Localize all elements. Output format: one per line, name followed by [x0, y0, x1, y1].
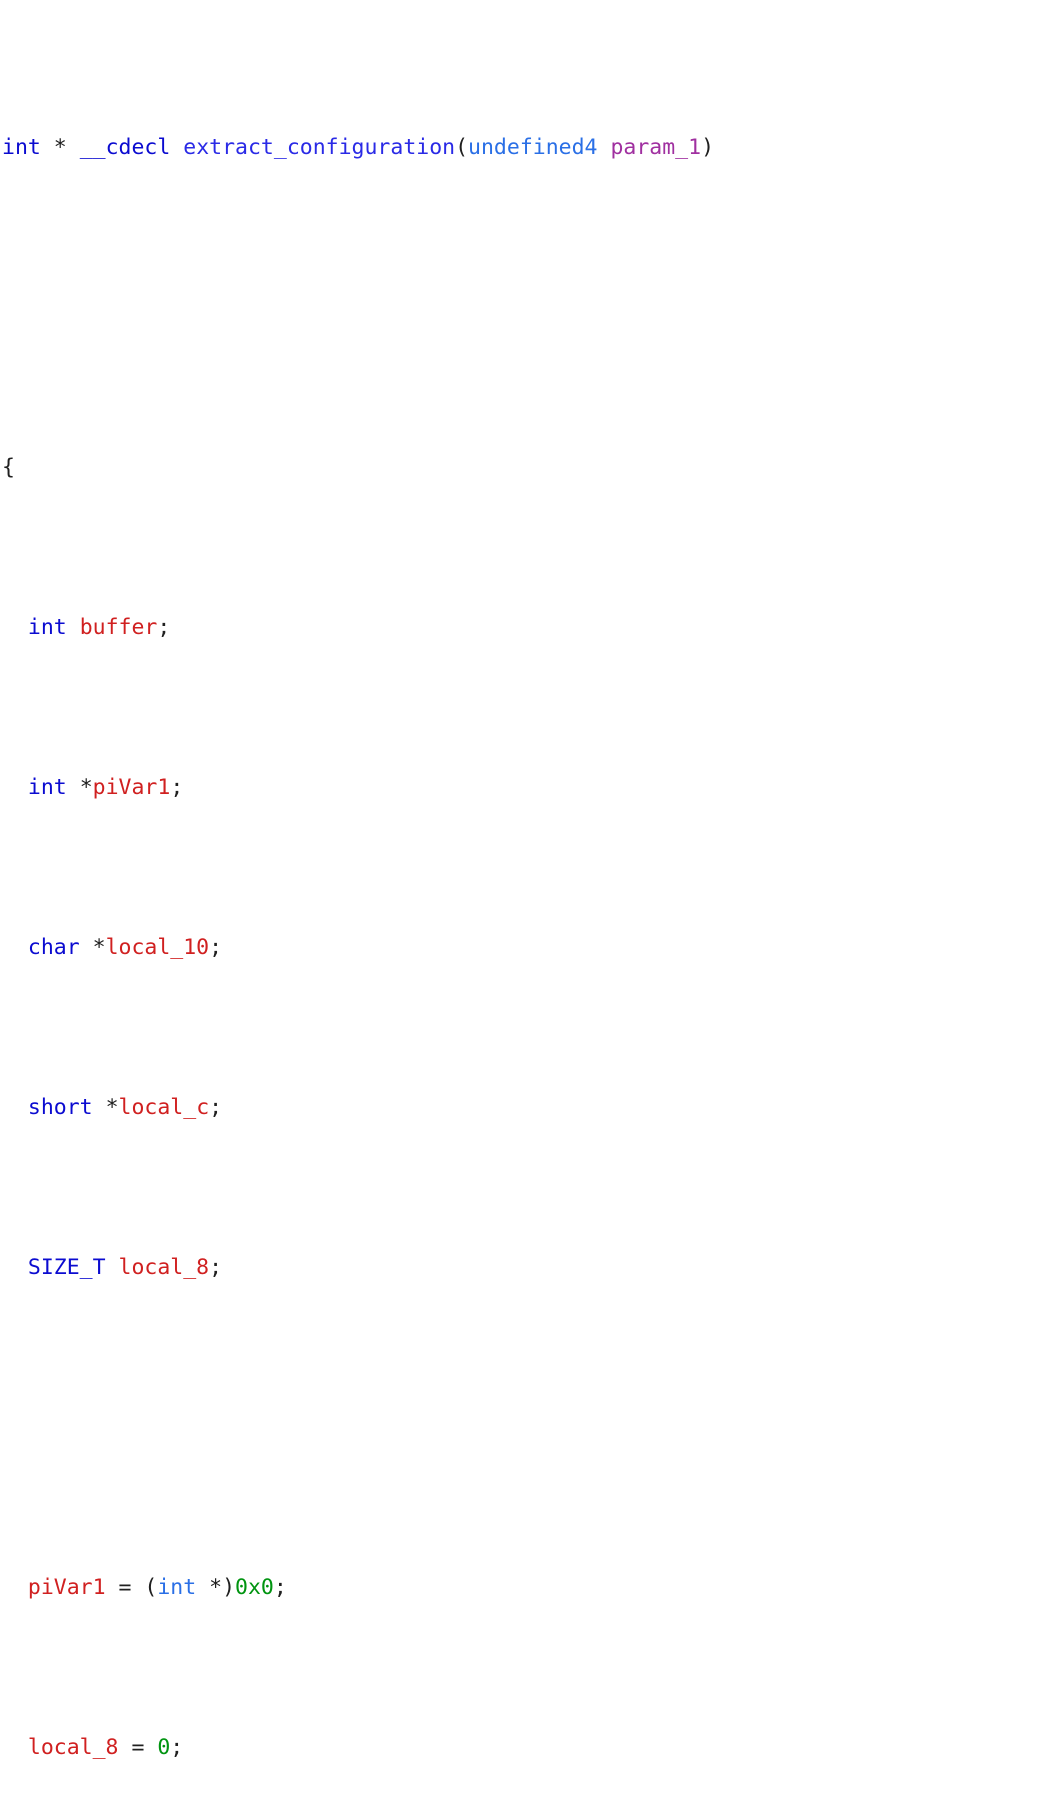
punctuation: [598, 135, 611, 160]
code-line-decl-local-10[interactable]: char *local_10;: [0, 932, 1064, 964]
type-keyword: char: [27, 935, 80, 960]
semicolon: ;: [209, 935, 223, 960]
semicolon: ;: [209, 1095, 223, 1120]
constant-hex-0: 0x0: [235, 1575, 274, 1600]
code-line-decl-buffer[interactable]: int buffer;: [0, 612, 1064, 644]
variable-local-c[interactable]: local_c: [119, 1095, 210, 1120]
punctuation: [67, 775, 80, 800]
open-brace: {: [2, 455, 15, 480]
type-keyword: int: [27, 775, 67, 800]
return-type-keyword: int: [2, 135, 41, 160]
parameter-param-1[interactable]: param_1: [610, 135, 701, 160]
assign-operator: =: [105, 1575, 145, 1600]
punctuation: [106, 1255, 119, 1280]
variable-buffer[interactable]: buffer: [80, 615, 158, 640]
punctuation: [41, 135, 54, 160]
variable-pivar1[interactable]: piVar1: [28, 1575, 106, 1600]
punctuation: [80, 935, 93, 960]
code-line-assign-pivar1-null[interactable]: piVar1 = (int *)0x0;: [0, 1572, 1064, 1604]
variable-local-8[interactable]: local_8: [28, 1735, 119, 1760]
semicolon: ;: [209, 1255, 223, 1280]
variable-local-8[interactable]: local_8: [119, 1255, 210, 1280]
pointer-star: *: [105, 1095, 119, 1120]
semicolon: ;: [273, 1575, 287, 1600]
punctuation: (: [144, 1575, 158, 1600]
cast-type-int: int: [157, 1575, 197, 1600]
code-line-decl-local-c[interactable]: short *local_c;: [0, 1092, 1064, 1124]
code-line-decl-pivar1[interactable]: int *piVar1;: [0, 772, 1064, 804]
semicolon: ;: [170, 1735, 184, 1760]
punctuation: [67, 615, 80, 640]
variable-pivar1[interactable]: piVar1: [93, 775, 171, 800]
punctuation: ): [701, 135, 715, 160]
code-line-assign-local-8-zero[interactable]: local_8 = 0;: [0, 1732, 1064, 1764]
punctuation: [67, 135, 80, 160]
function-name-extract-configuration[interactable]: extract_configuration: [183, 135, 455, 160]
pointer-star: *: [92, 935, 106, 960]
type-keyword: short: [27, 1095, 93, 1120]
decompiler-code-listing[interactable]: int * __cdecl extract_configuration(unde…: [0, 0, 1064, 1800]
type-keyword: SIZE_T: [27, 1255, 106, 1280]
calling-convention-keyword: __cdecl: [79, 135, 171, 160]
semicolon: ;: [170, 775, 184, 800]
code-line-decl-local-8[interactable]: SIZE_T local_8;: [0, 1252, 1064, 1284]
constant-zero: 0: [157, 1735, 171, 1760]
punctuation: *): [196, 1575, 236, 1600]
pointer-star: *: [53, 135, 67, 160]
variable-local-10[interactable]: local_10: [106, 935, 210, 960]
code-line-open-brace: {: [0, 452, 1064, 484]
type-keyword: int: [27, 615, 67, 640]
punctuation: [93, 1095, 106, 1120]
assign-operator: =: [118, 1735, 158, 1760]
semicolon: ;: [157, 615, 171, 640]
param-type-undefined4: undefined4: [468, 135, 598, 160]
punctuation: [170, 135, 183, 160]
code-line-signature[interactable]: int * __cdecl extract_configuration(unde…: [0, 132, 1064, 164]
punctuation: (: [455, 135, 469, 160]
pointer-star: *: [79, 775, 93, 800]
